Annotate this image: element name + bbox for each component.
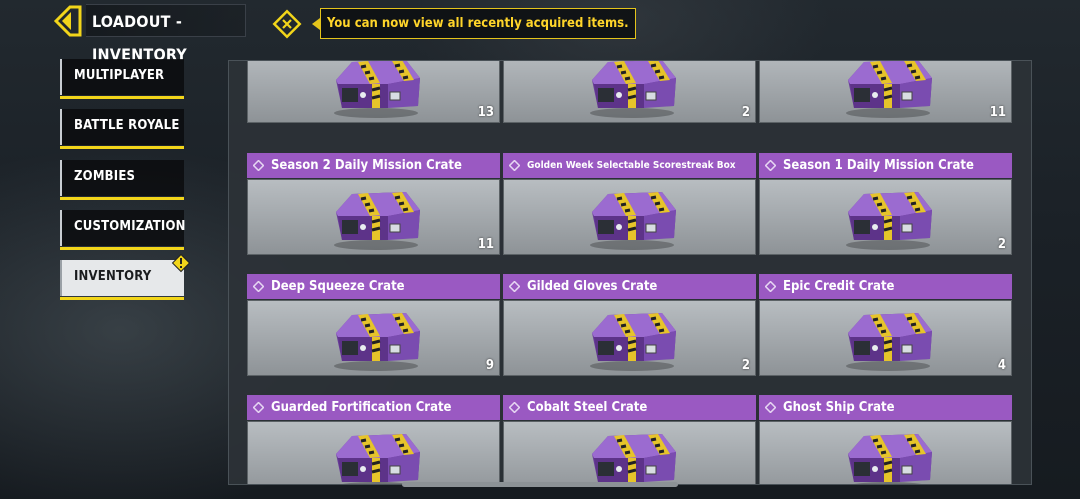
crate-title: Deep Squeeze Crate — [247, 274, 500, 299]
crate-thumbnail: 13 — [247, 61, 500, 123]
crate-card[interactable]: Gilded Gloves Crate 2 — [503, 274, 756, 376]
crate-count: 11 — [477, 237, 494, 252]
crate-title: Season 1 Daily Mission Crate — [759, 153, 1012, 178]
crate-card[interactable]: Deep Squeeze Crate 9 — [247, 274, 500, 376]
crate-count: 2 — [741, 105, 750, 120]
crate-title: Ghost Ship Crate — [759, 395, 1012, 420]
alert-icon — [171, 253, 191, 273]
crate-thumbnail — [247, 421, 500, 484]
crate-card[interactable]: Ghost Ship Crate — [759, 395, 1012, 484]
crate-thumbnail: 11 — [247, 179, 500, 255]
diamond-icon — [253, 402, 264, 413]
crate-title: Season 2 Daily Mission Crate — [247, 153, 500, 178]
crate-card[interactable]: Cobalt Steel Crate — [503, 395, 756, 484]
crate-card[interactable]: 13 — [247, 61, 500, 123]
crate-icon — [844, 311, 934, 373]
crate-thumbnail — [503, 179, 756, 255]
crate-icon — [332, 61, 422, 120]
crate-icon — [332, 432, 422, 484]
crate-card[interactable]: Golden Week Selectable Scorestreak Box — [503, 153, 756, 255]
crate-title-text: Season 1 Daily Mission Crate — [783, 158, 974, 173]
crate-count: 4 — [997, 358, 1006, 373]
crate-title-text: Golden Week Selectable Scorestreak Box — [527, 160, 736, 171]
diamond-icon — [253, 160, 264, 171]
crate-card[interactable]: Epic Credit Crate 4 — [759, 274, 1012, 376]
crate-card[interactable]: 2 — [503, 61, 756, 123]
sidebar-item-zombies[interactable]: ZOMBIES — [60, 160, 184, 200]
diamond-icon — [509, 402, 520, 413]
crate-thumbnail — [759, 421, 1012, 484]
crate-thumbnail: 2 — [759, 179, 1012, 255]
crate-title-text: Season 2 Daily Mission Crate — [271, 158, 462, 173]
crate-thumbnail: 2 — [503, 300, 756, 376]
diamond-icon — [765, 402, 776, 413]
diamond-icon — [765, 281, 776, 292]
diamond-icon — [509, 160, 520, 171]
crate-card[interactable]: Season 2 Daily Mission Crate 11 — [247, 153, 500, 255]
crate-count: 13 — [477, 105, 494, 120]
crate-icon — [844, 432, 934, 484]
sidebar-item-inventory[interactable]: INVENTORY — [60, 260, 184, 300]
sidebar-item-multiplayer[interactable]: MULTIPLAYER — [60, 59, 184, 99]
crate-thumbnail: 2 — [503, 61, 756, 123]
crate-title: Golden Week Selectable Scorestreak Box — [503, 153, 756, 178]
crate-thumbnail: 4 — [759, 300, 1012, 376]
page-title: LOADOUT - INVENTORY — [86, 4, 246, 64]
crate-count: 2 — [997, 237, 1006, 252]
crate-card[interactable]: Season 1 Daily Mission Crate 2 — [759, 153, 1012, 255]
crate-icon — [844, 61, 934, 120]
sidebar-item-battle-royale[interactable]: BATTLE ROYALE — [60, 109, 184, 149]
crate-card[interactable]: 11 — [759, 61, 1012, 123]
crate-title-text: Deep Squeeze Crate — [271, 279, 405, 294]
crate-icon — [844, 190, 934, 252]
crate-thumbnail: 11 — [759, 61, 1012, 123]
crate-thumbnail: 9 — [247, 300, 500, 376]
crate-title-text: Gilded Gloves Crate — [527, 279, 658, 294]
crate-icon — [332, 311, 422, 373]
crate-icon — [588, 61, 678, 120]
inventory-panel: 13 2 11 Season 2 Daily Mission Crate 11 Golde… — [228, 60, 1032, 485]
crate-icon — [332, 190, 422, 252]
diamond-icon — [509, 281, 520, 292]
crate-count: 9 — [485, 358, 494, 373]
crate-count: 11 — [989, 105, 1006, 120]
back-arrow-icon — [53, 5, 82, 37]
crate-icon — [588, 432, 678, 484]
crate-icon — [588, 190, 678, 252]
crate-title: Epic Credit Crate — [759, 274, 1012, 299]
sidebar-item-customization[interactable]: CUSTOMIZATION — [60, 210, 185, 250]
back-button[interactable] — [52, 4, 84, 38]
crate-title: Cobalt Steel Crate — [503, 395, 756, 420]
crate-title-text: Cobalt Steel Crate — [527, 400, 648, 415]
crate-title-text: Guarded Fortification Crate — [271, 400, 452, 415]
crate-count: 2 — [741, 358, 750, 373]
notification-button[interactable] — [272, 9, 302, 39]
horizontal-scrollbar[interactable] — [402, 482, 678, 487]
crate-title-text: Ghost Ship Crate — [783, 400, 895, 415]
crate-thumbnail — [503, 421, 756, 484]
notification-scan-icon — [272, 9, 302, 39]
notification-text: You can now view all recently acquired i… — [320, 8, 636, 39]
notification-pointer — [312, 18, 320, 30]
crate-title: Gilded Gloves Crate — [503, 274, 756, 299]
crate-title: Guarded Fortification Crate — [247, 395, 500, 420]
crate-icon — [588, 311, 678, 373]
diamond-icon — [253, 281, 264, 292]
crate-title-text: Epic Credit Crate — [783, 279, 895, 294]
diamond-icon — [765, 160, 776, 171]
crate-card[interactable]: Guarded Fortification Crate — [247, 395, 500, 484]
